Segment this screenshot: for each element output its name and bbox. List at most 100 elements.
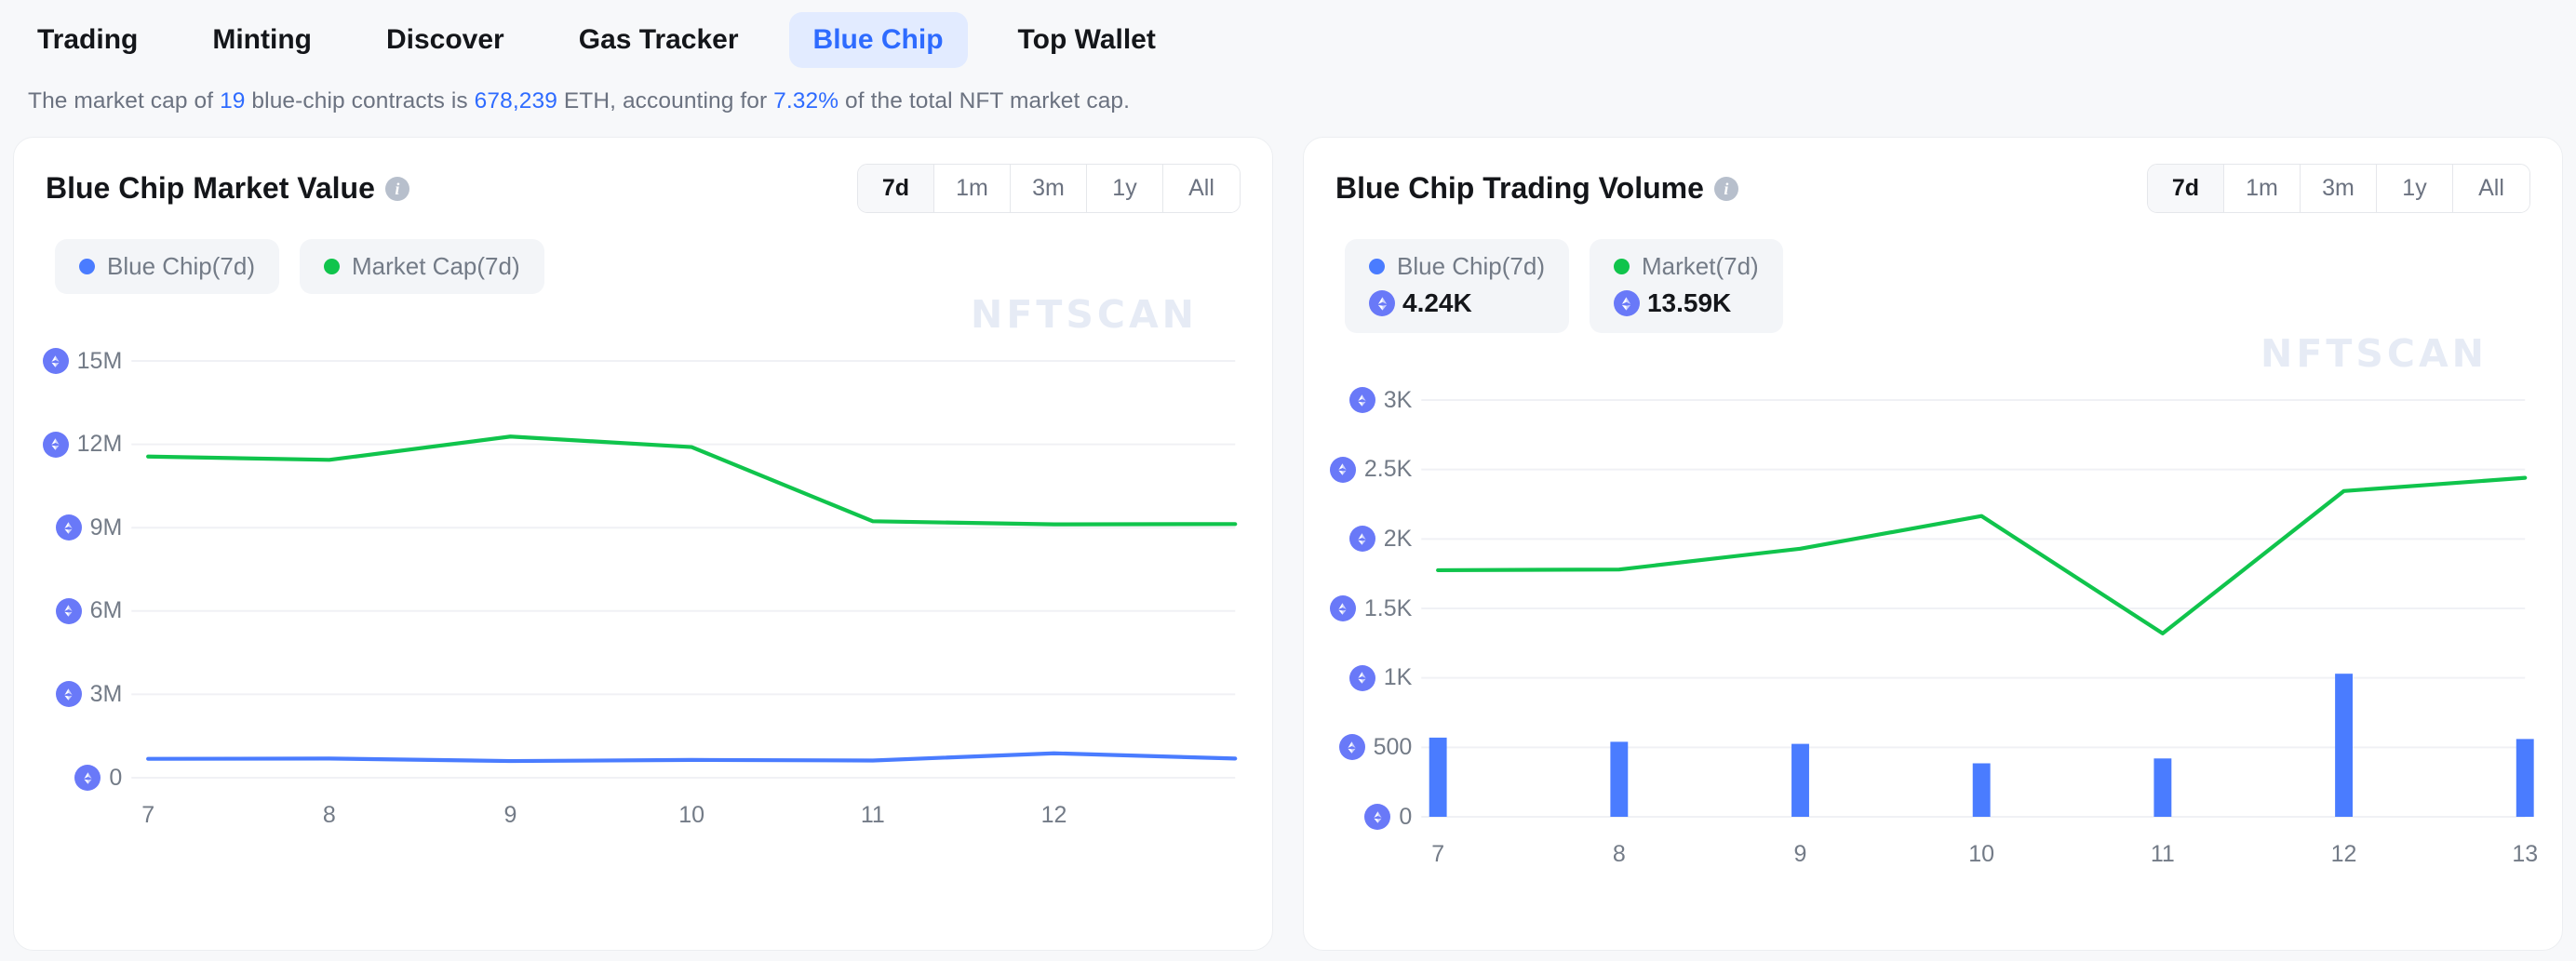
eth-icon	[55, 597, 82, 624]
plot-market-value: NFTSCAN 0 3M 6M 9M 12M 15M 7 8 9 10 11 12	[14, 292, 1272, 843]
y-axis-tick-label: 9M	[89, 514, 123, 541]
legend-dot-green-icon	[323, 259, 340, 274]
range-switcher-trading-volume: 7d 1m 3m 1y All	[2147, 164, 2530, 213]
info-icon[interactable]: i	[384, 176, 409, 201]
card-blue-chip-market-value: Blue Chip Market Value i 7d 1m 3m 1y All…	[13, 137, 1273, 951]
plot-trading-volume: NFTSCAN 0 500 1K 1.5K 2K 2.5K 3K 7 8 9 10 11 12 13	[1304, 331, 2562, 882]
y-axis-tick: 9M	[14, 514, 122, 541]
legend-value-blue-chip: 4.24K	[1402, 288, 1472, 317]
legend-dot-blue-icon	[79, 259, 95, 274]
y-axis-tick: 0	[1304, 804, 1412, 830]
eth-icon	[1329, 456, 1356, 483]
x-axis-tick-label: 11	[2150, 841, 2175, 867]
card-header: Blue Chip Trading Volume i 7d 1m 3m 1y A…	[1304, 138, 2562, 213]
legend-dot-green-icon	[1613, 259, 1630, 274]
info-icon[interactable]: i	[1713, 176, 1738, 201]
summary-percent-value: 7.32%	[773, 88, 839, 113]
grid-lines	[131, 361, 1235, 778]
y-axis-tick: 2.5K	[1304, 456, 1412, 483]
charts-row: Blue Chip Market Value i 7d 1m 3m 1y All…	[0, 114, 2576, 951]
range-btn-1m[interactable]: 1m	[2224, 165, 2301, 212]
bar[interactable]	[2516, 739, 2534, 817]
x-axis-tick-label: 7	[1431, 841, 1445, 867]
bar[interactable]	[1429, 737, 1447, 817]
eth-icon	[1613, 290, 1640, 316]
eth-icon	[55, 514, 82, 541]
bar[interactable]	[2335, 674, 2353, 817]
legend-trading-volume: Blue Chip(7d) 4.24K Market(7d) 13.59K	[1304, 213, 2562, 333]
card-blue-chip-trading-volume: Blue Chip Trading Volume i 7d 1m 3m 1y A…	[1303, 137, 2563, 951]
legend-label-blue-chip: Blue Chip(7d)	[107, 252, 255, 280]
y-axis-tick-label: 500	[1373, 733, 1413, 760]
x-axis-tick-label: 8	[1612, 841, 1626, 867]
y-axis-tick-label: 12M	[76, 431, 123, 458]
range-btn-1m[interactable]: 1m	[934, 165, 1011, 212]
y-axis-tick-label: 0	[109, 764, 123, 791]
bar[interactable]	[2153, 758, 2172, 817]
legend-value-blue-chip-wrap: 4.24K	[1369, 288, 1545, 318]
range-btn-7d[interactable]: 7d	[858, 165, 934, 212]
legend-value-market: 13.59K	[1646, 288, 1732, 317]
nav-item-trading[interactable]: Trading	[13, 12, 162, 68]
chart-svg-market-value	[14, 313, 1272, 843]
x-axis-tick-label: 10	[678, 802, 705, 828]
nav-item-discover[interactable]: Discover	[362, 12, 529, 68]
range-btn-all[interactable]: All	[2453, 165, 2529, 212]
nav-item-top-wallet[interactable]: Top Wallet	[994, 12, 1180, 68]
legend-top: Market(7d)	[1613, 252, 1759, 281]
page-title-trading-volume: Blue Chip Trading Volume i	[1335, 171, 1738, 206]
y-axis-tick-label: 6M	[89, 597, 123, 624]
eth-icon	[1369, 290, 1395, 316]
legend-top: Blue Chip(7d)	[1369, 252, 1545, 281]
legend-chip-blue-chip[interactable]: Blue Chip(7d)	[55, 239, 279, 294]
nav-item-gas-tracker[interactable]: Gas Tracker	[555, 12, 763, 68]
y-axis-tick-label: 1K	[1383, 664, 1413, 691]
card-header: Blue Chip Market Value i 7d 1m 3m 1y All	[14, 138, 1272, 213]
summary-market-cap-value: 678,239	[474, 88, 557, 113]
market-cap-summary: The market cap of 19 blue-chip contracts…	[0, 79, 2576, 114]
x-axis-tick-label: 9	[1793, 841, 1807, 867]
range-btn-3m[interactable]: 3m	[2301, 165, 2377, 212]
y-axis-tick: 0	[14, 765, 122, 791]
range-btn-1y[interactable]: 1y	[1087, 165, 1163, 212]
range-btn-1y[interactable]: 1y	[2377, 165, 2453, 212]
range-btn-all[interactable]: All	[1163, 165, 1240, 212]
x-axis-tick-label: 9	[503, 802, 517, 828]
y-axis-tick: 6M	[14, 597, 123, 624]
chart-series	[1429, 478, 2534, 817]
y-axis-tick: 1K	[1304, 664, 1413, 691]
legend-chip-market-cap[interactable]: Market Cap(7d)	[299, 239, 544, 294]
bar[interactable]	[1610, 741, 1629, 817]
x-axis-tick-label: 12	[1040, 802, 1067, 828]
range-btn-7d[interactable]: 7d	[2148, 165, 2224, 212]
eth-icon	[1364, 804, 1391, 830]
line-series	[148, 436, 1235, 524]
y-axis-tick-label: 2K	[1383, 525, 1413, 552]
grid-lines	[1421, 400, 2525, 817]
nav-item-blue-chip[interactable]: Blue Chip	[788, 11, 968, 68]
chart-series	[148, 436, 1235, 761]
eth-icon	[74, 765, 101, 791]
range-btn-3m[interactable]: 3m	[1011, 165, 1087, 212]
eth-icon	[1348, 526, 1375, 553]
line-series	[148, 754, 1235, 761]
y-axis-tick-label: 15M	[76, 347, 123, 374]
eth-icon	[1338, 734, 1365, 761]
legend-chip-market[interactable]: Market(7d) 13.59K	[1589, 239, 1783, 333]
y-axis-tick: 1.5K	[1304, 595, 1412, 621]
x-axis-tick-label: 13	[2512, 841, 2539, 867]
y-axis-tick-label: 1.5K	[1363, 594, 1413, 621]
watermark-nftscan: NFTSCAN	[971, 292, 1198, 337]
line-series	[1438, 478, 2525, 634]
y-axis-tick: 12M	[14, 431, 123, 458]
nav-item-minting[interactable]: Minting	[188, 12, 336, 68]
bar[interactable]	[1791, 743, 1809, 817]
legend-chip-blue-chip[interactable]: Blue Chip(7d) 4.24K	[1345, 239, 1569, 333]
y-axis-tick: 3K	[1304, 387, 1412, 413]
legend-label-market: Market(7d)	[1641, 252, 1759, 280]
summary-text-2: blue-chip contracts is	[245, 88, 475, 113]
x-axis-tick-label: 7	[141, 802, 155, 828]
card-title-text: Blue Chip Trading Volume	[1335, 171, 1704, 205]
eth-icon	[55, 681, 82, 708]
bar[interactable]	[1972, 763, 1991, 817]
